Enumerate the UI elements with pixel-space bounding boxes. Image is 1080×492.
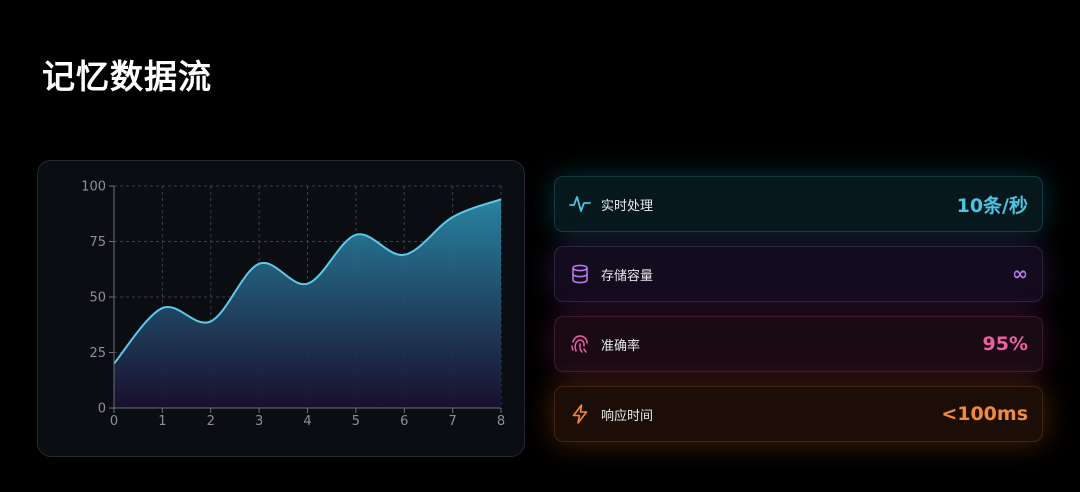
metrics-list: 实时处理 10条/秒 存储容量 ∞ 准确率 95% 响应时间 <100ms — [554, 176, 1043, 456]
metric-label: 实时处理 — [601, 198, 654, 214]
y-tick-label: 50 — [89, 291, 106, 306]
metric-value: 95% — [982, 333, 1028, 355]
page-title: 记忆数据流 — [42, 57, 212, 96]
x-tick-label: 0 — [110, 414, 118, 429]
area-chart: 0 1 2 3 4 5 6 7 8 0 25 50 75 100 — [81, 180, 505, 430]
metric-label: 存储容量 — [601, 268, 654, 284]
x-tick-label: 4 — [303, 414, 311, 429]
y-tick-label: 0 — [98, 402, 106, 417]
y-tick-label: 25 — [89, 346, 106, 361]
y-tick-label: 100 — [81, 180, 106, 195]
x-tick-label: 8 — [497, 414, 505, 429]
chart-panel: 0 1 2 3 4 5 6 7 8 0 25 50 75 100 — [37, 160, 525, 457]
metric-label: 响应时间 — [601, 408, 654, 424]
database-icon — [569, 263, 591, 285]
metric-card-latency: 响应时间 <100ms — [554, 386, 1043, 442]
x-tick-label: 1 — [158, 414, 166, 429]
x-tick-label: 5 — [352, 414, 360, 429]
metric-value: <100ms — [941, 403, 1028, 425]
metric-card-storage: 存储容量 ∞ — [554, 246, 1043, 302]
metric-label: 准确率 — [601, 338, 641, 354]
metric-value: 10条/秒 — [956, 194, 1028, 217]
x-tick-label: 7 — [448, 414, 456, 429]
pulse-icon — [569, 193, 591, 215]
metric-card-accuracy: 准确率 95% — [554, 316, 1043, 372]
x-tick-label: 3 — [255, 414, 263, 429]
metric-value: ∞ — [1012, 263, 1028, 285]
fingerprint-icon — [569, 333, 591, 355]
lightning-icon — [569, 403, 591, 425]
y-tick-label: 75 — [89, 235, 106, 250]
x-tick-label: 2 — [207, 414, 215, 429]
x-tick-label: 6 — [400, 414, 408, 429]
metric-card-realtime: 实时处理 10条/秒 — [554, 176, 1043, 232]
